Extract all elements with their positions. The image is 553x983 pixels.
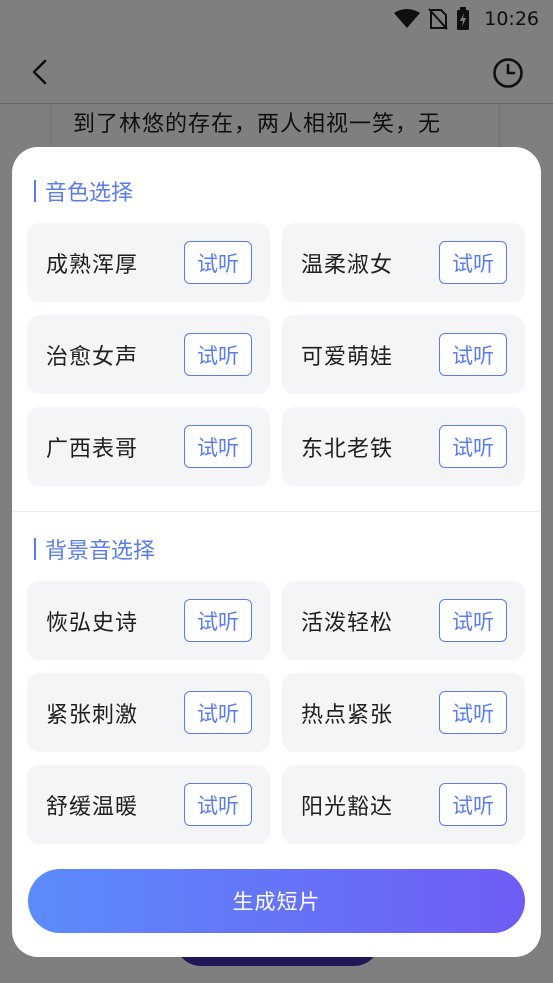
bgm-option-label: 阳光豁达 <box>301 794 394 820</box>
bgm-option[interactable]: 活泼轻松 试听 <box>282 581 525 660</box>
preview-button[interactable]: 试听 <box>439 691 507 734</box>
preview-button[interactable]: 试听 <box>439 333 507 376</box>
voice-option[interactable]: 温柔淑女 试听 <box>282 223 525 302</box>
preview-button[interactable]: 试听 <box>184 783 252 826</box>
preview-button[interactable]: 试听 <box>184 599 252 642</box>
generate-video-button[interactable]: 生成短片 <box>28 869 525 933</box>
audio-settings-sheet: 音色选择 成熟浑厚 试听 温柔淑女 试听 治愈女声 试听 可爱萌娃 试听 广西表… <box>12 147 541 957</box>
voice-section-title: 音色选择 <box>34 175 133 207</box>
bgm-option[interactable]: 紧张刺激 试听 <box>27 673 270 752</box>
bgm-option[interactable]: 舒缓温暖 试听 <box>27 765 270 844</box>
section-marker <box>34 538 36 560</box>
voice-option[interactable]: 广西表哥 试听 <box>27 407 270 486</box>
section-divider <box>12 511 541 512</box>
bgm-option[interactable]: 阳光豁达 试听 <box>282 765 525 844</box>
preview-button[interactable]: 试听 <box>184 333 252 376</box>
section-marker <box>34 180 36 202</box>
preview-button[interactable]: 试听 <box>184 241 252 284</box>
voice-option[interactable]: 成熟浑厚 试听 <box>27 223 270 302</box>
bgm-option-label: 热点紧张 <box>301 702 394 728</box>
voice-option-label: 广西表哥 <box>46 436 139 462</box>
preview-button[interactable]: 试听 <box>439 599 507 642</box>
preview-button[interactable]: 试听 <box>184 691 252 734</box>
preview-button[interactable]: 试听 <box>439 241 507 284</box>
bgm-option-label: 紧张刺激 <box>46 702 139 728</box>
bgm-option[interactable]: 恢弘史诗 试听 <box>27 581 270 660</box>
preview-button[interactable]: 试听 <box>439 425 507 468</box>
voice-option-label: 治愈女声 <box>46 344 139 370</box>
preview-button[interactable]: 试听 <box>184 425 252 468</box>
bgm-option[interactable]: 热点紧张 试听 <box>282 673 525 752</box>
bgm-option-label: 舒缓温暖 <box>46 794 139 820</box>
voice-option-label: 可爱萌娃 <box>301 344 394 370</box>
bgm-section-title-text: 背景音选择 <box>45 539 156 564</box>
bgm-section-title: 背景音选择 <box>34 533 155 565</box>
bgm-option-label: 活泼轻松 <box>301 610 394 636</box>
voice-options-grid: 成熟浑厚 试听 温柔淑女 试听 治愈女声 试听 可爱萌娃 试听 广西表哥 试听 … <box>27 223 525 486</box>
bgm-option-label: 恢弘史诗 <box>46 610 139 636</box>
voice-option-label: 东北老铁 <box>301 436 394 462</box>
voice-option-label: 温柔淑女 <box>301 252 394 278</box>
voice-option-label: 成熟浑厚 <box>46 252 139 278</box>
bgm-options-grid: 恢弘史诗 试听 活泼轻松 试听 紧张刺激 试听 热点紧张 试听 舒缓温暖 试听 … <box>27 581 525 844</box>
voice-option[interactable]: 治愈女声 试听 <box>27 315 270 394</box>
preview-button[interactable]: 试听 <box>439 783 507 826</box>
voice-option[interactable]: 可爱萌娃 试听 <box>282 315 525 394</box>
voice-option[interactable]: 东北老铁 试听 <box>282 407 525 486</box>
voice-section-title-text: 音色选择 <box>45 181 134 206</box>
